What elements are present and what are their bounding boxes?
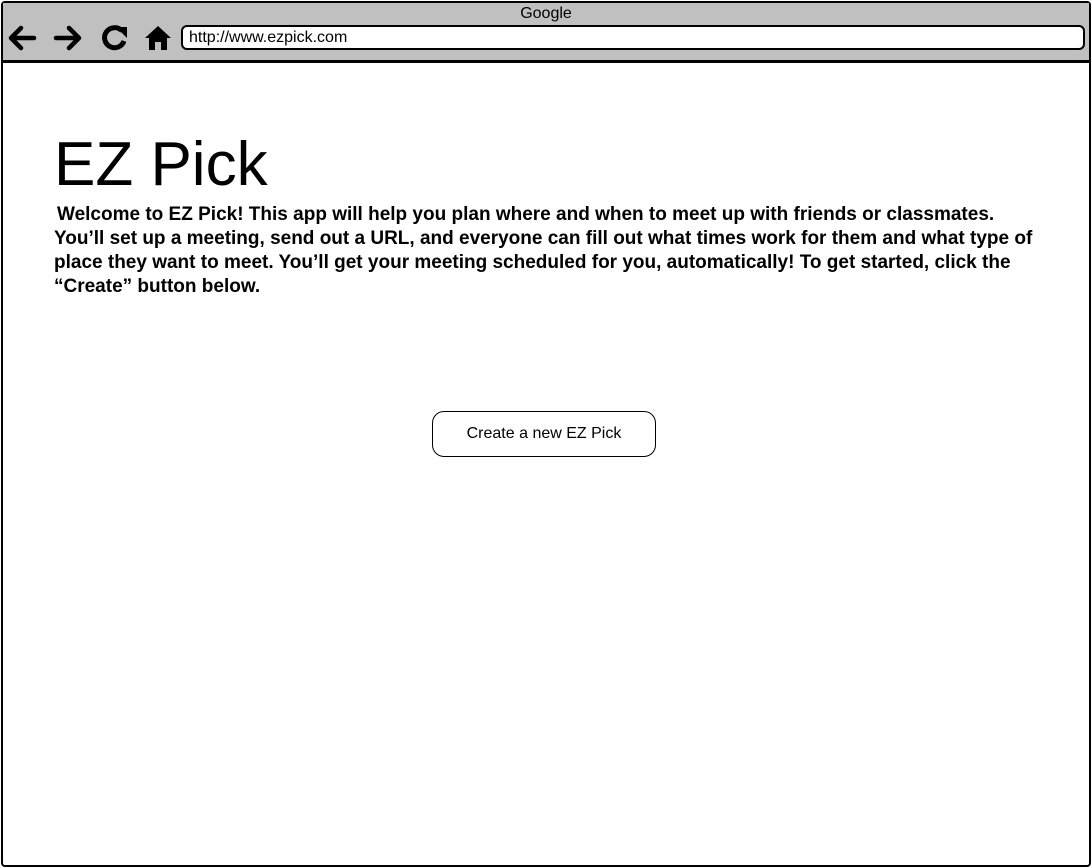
back-button[interactable] — [6, 22, 38, 54]
browser-toolbar: Google — [3, 3, 1089, 62]
address-bar[interactable] — [181, 25, 1085, 50]
page-content: EZ Pick Welcome to EZ Pick! This app wil… — [3, 63, 1089, 865]
browser-window: Google EZ Pick Welcome to EZ Pi — [1, 1, 1091, 867]
reload-button[interactable] — [98, 22, 130, 54]
back-arrow-icon — [8, 25, 37, 51]
window-title: Google — [520, 5, 572, 22]
reload-icon — [102, 25, 127, 51]
intro-text: Welcome to EZ Pick! This app will help y… — [54, 204, 1033, 297]
page-title: EZ Pick — [54, 130, 268, 199]
home-button[interactable] — [142, 22, 174, 54]
home-icon — [145, 26, 171, 50]
forward-button[interactable] — [52, 22, 84, 54]
create-ez-pick-button[interactable]: Create a new EZ Pick — [432, 411, 656, 457]
forward-arrow-icon — [53, 25, 82, 51]
